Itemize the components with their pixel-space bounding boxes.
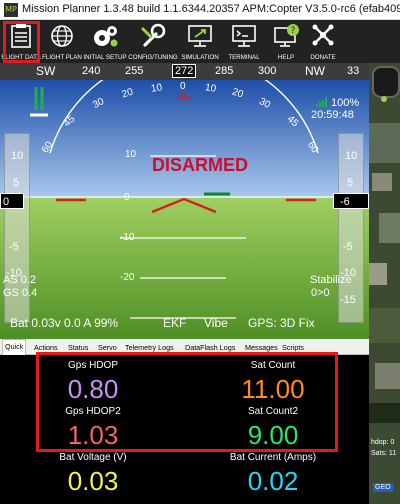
config-tuning-label: CONFIG/TUNING xyxy=(128,54,178,61)
main-toolbar: FLIGHT DATA FLIGHT PLAN INITIAL SETUP CO… xyxy=(0,20,400,63)
help-label: HELP xyxy=(277,54,295,61)
simulation-button[interactable]: SIMULATION xyxy=(178,20,222,63)
waypoint-readout: 0>0 xyxy=(311,287,330,299)
terminal-icon xyxy=(232,25,256,47)
heading-label: NW xyxy=(305,64,325,78)
ekf-indicator[interactable]: EKF xyxy=(163,316,186,330)
initial-setup-icon xyxy=(94,26,118,47)
airspeed-readout: AS 0.2 xyxy=(3,274,37,286)
arming-status: DISARMED xyxy=(152,155,249,175)
airspeed-tick: 10 xyxy=(11,150,24,162)
terminal-button[interactable]: TERMINAL xyxy=(222,20,266,63)
quick-label: Bat Voltage (V) xyxy=(59,452,127,463)
vibe-indicator[interactable]: Vibe xyxy=(204,316,228,330)
pitch-label: -20 xyxy=(120,272,135,283)
airspeed-tick: -5 xyxy=(9,241,19,253)
help-icon: ? xyxy=(274,24,299,47)
roll-label: 10 xyxy=(204,82,217,95)
title-bar: MP Mission Planner 1.3.48 build 1.1.6344… xyxy=(0,0,400,20)
terminal-label: TERMINAL xyxy=(228,54,260,61)
roll-label: 0 xyxy=(180,81,186,92)
airspeed-tick: 5 xyxy=(13,177,20,189)
active-tab-highlight xyxy=(3,21,40,63)
donate-icon xyxy=(312,24,334,46)
window-title: Mission Planner 1.3.48 build 1.1.6344.20… xyxy=(22,3,400,15)
tab-quick[interactable]: Quick xyxy=(2,339,27,355)
donate-label: DONATE xyxy=(310,54,336,61)
config-tuning-icon xyxy=(141,23,166,47)
simulation-icon xyxy=(188,25,212,47)
config-tuning-button[interactable]: CONFIG/TUNING xyxy=(128,20,178,63)
altitude-tick: 10 xyxy=(345,150,358,162)
initial-setup-label: INITIAL SETUP xyxy=(83,54,127,61)
heading-label: 240 xyxy=(82,65,101,77)
airspeed-current: 0 xyxy=(0,193,24,209)
globe-icon xyxy=(51,25,73,47)
map-panel[interactable]: hdop: 0 Sats: 11 GEO xyxy=(369,63,400,504)
roll-label: 10 xyxy=(150,82,163,95)
initial-setup-button[interactable]: INITIAL SETUP xyxy=(82,20,128,63)
altitude-tick: -5 xyxy=(343,241,353,253)
battery-percent: 100% xyxy=(331,97,360,109)
heading-label: 33 xyxy=(347,65,360,77)
quick-label: Bat Current (Amps) xyxy=(229,452,317,463)
heading-label: 285 xyxy=(215,65,234,77)
heading-tape: SW 240 255 272 285 300 NW 33 xyxy=(0,63,369,80)
heading-label: SW xyxy=(36,64,56,78)
pitch-label: 0 xyxy=(124,192,130,203)
hud-clock: 20:59:48 xyxy=(311,109,354,121)
flight-plan-label: FLIGHT PLAN xyxy=(42,54,82,61)
pitch-label: 10 xyxy=(125,149,137,160)
groundspeed-readout: GS 0.4 xyxy=(3,287,38,299)
altitude-tick: 5 xyxy=(347,177,354,189)
gps-status: GPS: 3D Fix xyxy=(248,316,315,330)
quick-value: 0.03 xyxy=(67,466,119,496)
battery-readout: Bat 0.03v 0.0 A 99% xyxy=(10,316,119,330)
heading-current: 272 xyxy=(172,64,197,78)
highlight-box xyxy=(36,352,338,452)
quick-value: 0.02 xyxy=(247,466,299,496)
flight-plan-button[interactable]: FLIGHT PLAN xyxy=(42,20,82,63)
svg-text:?: ? xyxy=(291,26,296,36)
heading-label: 255 xyxy=(125,65,144,77)
help-button[interactable]: ? HELP xyxy=(266,20,306,63)
flight-mode: Stabilize xyxy=(310,274,352,286)
heading-label: 300 xyxy=(258,65,277,77)
geo-button[interactable]: GEO xyxy=(373,483,393,492)
signal-bars-icon xyxy=(316,97,327,107)
pitch-label: -10 xyxy=(120,232,135,243)
hud-display: SW 240 255 272 285 300 NW 33 60 45 30 20… xyxy=(0,63,369,339)
map-sats-readout: Sats: 11 xyxy=(371,450,397,457)
map-view[interactable] xyxy=(369,63,400,504)
mp-logo-icon: MP xyxy=(4,3,18,17)
donate-button[interactable]: DONATE xyxy=(306,20,340,63)
altitude-tape: 10 5 -5 -10 -15 xyxy=(338,133,364,323)
altitude-current: -6 xyxy=(333,193,369,209)
map-hdop-readout: hdop: 0 xyxy=(371,439,395,446)
altitude-tick: -15 xyxy=(340,294,356,306)
simulation-label: SIMULATION xyxy=(181,54,219,61)
